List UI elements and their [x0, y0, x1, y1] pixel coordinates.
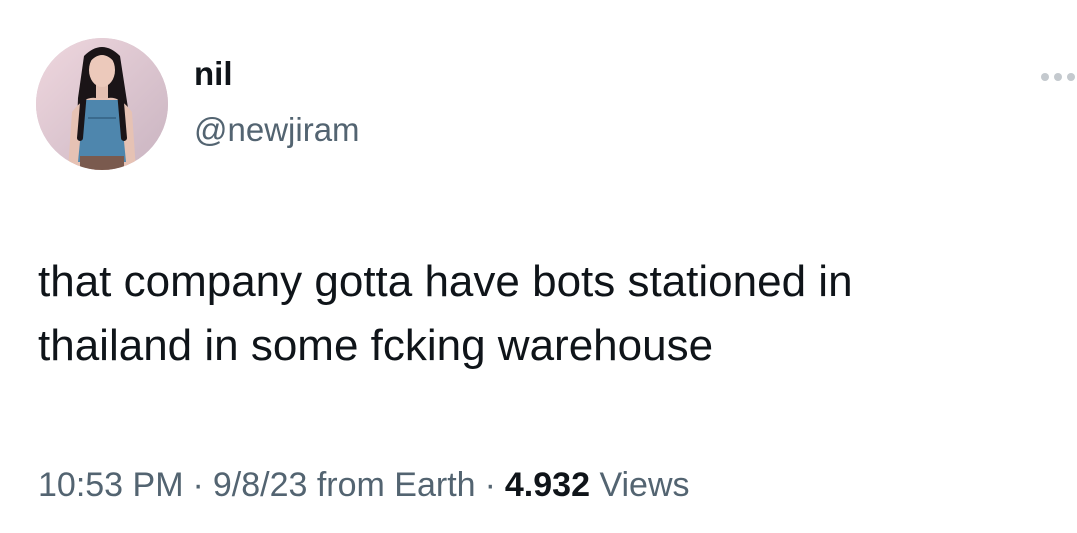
- more-options-button[interactable]: [1036, 62, 1077, 92]
- tweet-text: that company gotta have bots stationed i…: [38, 257, 853, 370]
- tweet-meta: 10:53 PM · 9/8/23 from Earth · 4.932 Views: [38, 462, 690, 508]
- tweet-time[interactable]: 10:53 PM: [38, 466, 184, 504]
- tweet-source: from Earth: [316, 466, 476, 504]
- views-label: Views: [599, 466, 690, 504]
- author-avatar[interactable]: [36, 38, 168, 170]
- tweet-card: nil @newjiram that company gotta have bo…: [0, 0, 1077, 533]
- meta-separator: ·: [484, 466, 496, 504]
- author-display-name[interactable]: nil: [194, 54, 233, 94]
- author-handle[interactable]: @newjiram: [194, 110, 360, 150]
- meta-separator: ·: [192, 466, 204, 504]
- avatar-photo: [36, 38, 168, 170]
- tweet-date[interactable]: 9/8/23: [213, 466, 308, 504]
- views-count[interactable]: 4.932: [505, 466, 590, 504]
- more-dots-icon: [1041, 73, 1075, 81]
